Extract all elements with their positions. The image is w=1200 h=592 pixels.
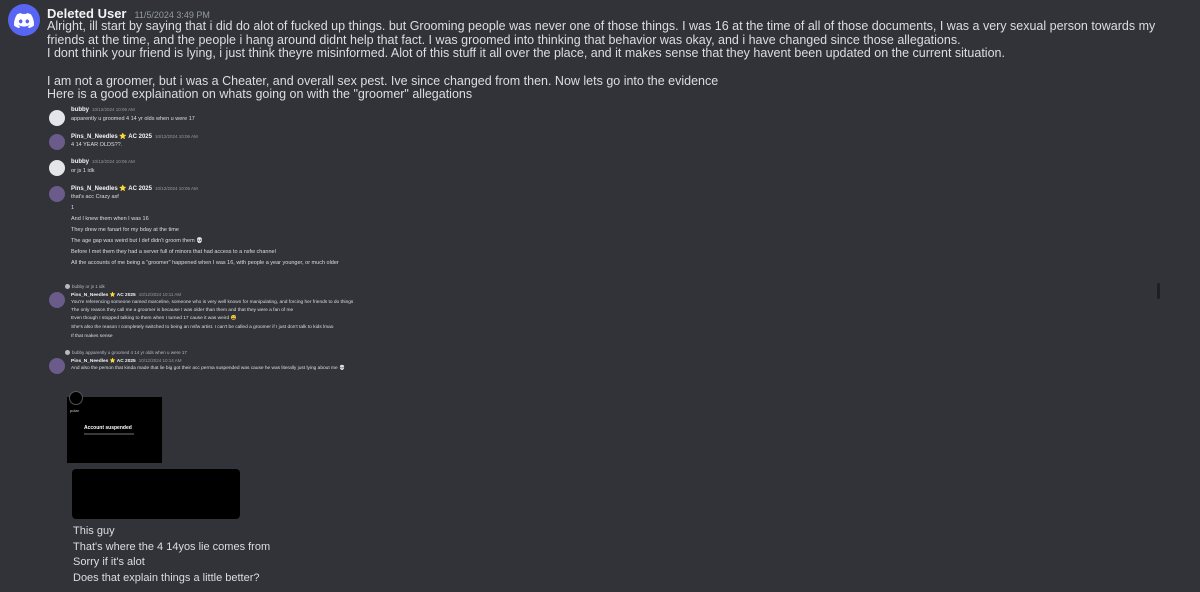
closing-line: That's where the 4 14yos lie comes from — [73, 540, 271, 553]
chat-line: If that makes sense — [71, 334, 113, 339]
chat-line: The age gap was weird but I def didn't g… — [71, 238, 204, 244]
avatar — [49, 358, 65, 374]
closing-line: Sorry if it's alot — [73, 556, 145, 568]
chat-line: 4 14 YEAR OLDS??. — [71, 142, 123, 148]
closing-line: Does that explain things a little better… — [73, 571, 260, 584]
chat-author: bubby 10/12/2024 10:06 AM — [71, 107, 135, 113]
chat-line: The only reason they call me a groomer i… — [71, 308, 294, 313]
scrollbar[interactable] — [1157, 283, 1160, 299]
profile-name: polar — [70, 408, 79, 413]
chat-line: apparently u groomed 4 14 yr olds when u… — [71, 116, 195, 122]
profile-circle — [69, 391, 83, 405]
message-paragraph: I am not a groomer, but i was a Cheater,… — [47, 73, 719, 88]
embedded-screenshot-1: bubby 10/12/2024 10:06 AM apparently u gr… — [45, 105, 405, 275]
discord-logo-icon — [14, 12, 34, 28]
suspended-title: Account suspended — [84, 425, 132, 431]
chat-line: Even though I stopped talking to them wh… — [71, 316, 237, 321]
chat-line: She's also the reason I completely switc… — [71, 325, 334, 330]
message-paragraph: Here is a good explaination on whats goi… — [47, 87, 473, 101]
closing-lines: This guy That's where the 4 14yos lie co… — [73, 524, 270, 586]
avatar — [49, 110, 65, 126]
message-paragraph: I dont think your friend is lying, i jus… — [47, 46, 1005, 60]
chat-line: that's acc Crazy asf — [71, 194, 119, 200]
message-paragraph: Alright, ill start by saying that i did … — [47, 19, 1156, 47]
message-body: Alright, ill start by saying that i did … — [47, 19, 1192, 102]
chat-line: They drew me fanart for my bday at the t… — [71, 227, 179, 233]
avatar — [49, 292, 65, 308]
chat-author: Pins_N_Needles ⭐ AC 2025 10/12/2024 10:14… — [71, 358, 182, 364]
chat-line: 1 — [71, 205, 75, 211]
chat-line: All the accounts of me being a "groomer"… — [71, 260, 339, 266]
chat-author: Pins_N_Needles ⭐ AC 2025 10/12/2024 10:11… — [71, 292, 182, 298]
chat-line: or js 1 idk — [71, 168, 95, 174]
closing-line: This guy — [73, 525, 115, 537]
chat-author: Pins_N_Needles ⭐ AC 2025 10/12/2024 10:06… — [71, 134, 198, 140]
avatar — [49, 186, 65, 202]
chat-author: bubby 10/12/2024 10:06 AM — [71, 159, 135, 165]
chat-line: And I knew them when I was 16 — [71, 216, 149, 222]
suspended-subtext — [84, 433, 134, 435]
avatar — [49, 134, 65, 150]
chat-line: You're referencing someone named marceli… — [71, 300, 354, 305]
suspended-account-image[interactable]: polar Account suspended — [67, 391, 162, 463]
reply-reference: bubby or js 1 idk — [65, 284, 105, 289]
black-image-attachment[interactable] — [72, 469, 240, 519]
reply-reference: bubby apparently u groomed 4 14 yr olds … — [65, 350, 187, 355]
chat-line: Before I met them they had a server full… — [71, 249, 276, 255]
chat-line: And also the person that kinda made that… — [71, 366, 345, 371]
embedded-screenshot-2: bubby or js 1 idk Pins_N_Needles ⭐ AC 20… — [45, 284, 405, 394]
avatar — [49, 160, 65, 176]
chat-author: Pins_N_Needles ⭐ AC 2025 10/12/2024 10:06… — [71, 186, 198, 192]
author-avatar[interactable] — [8, 4, 40, 36]
